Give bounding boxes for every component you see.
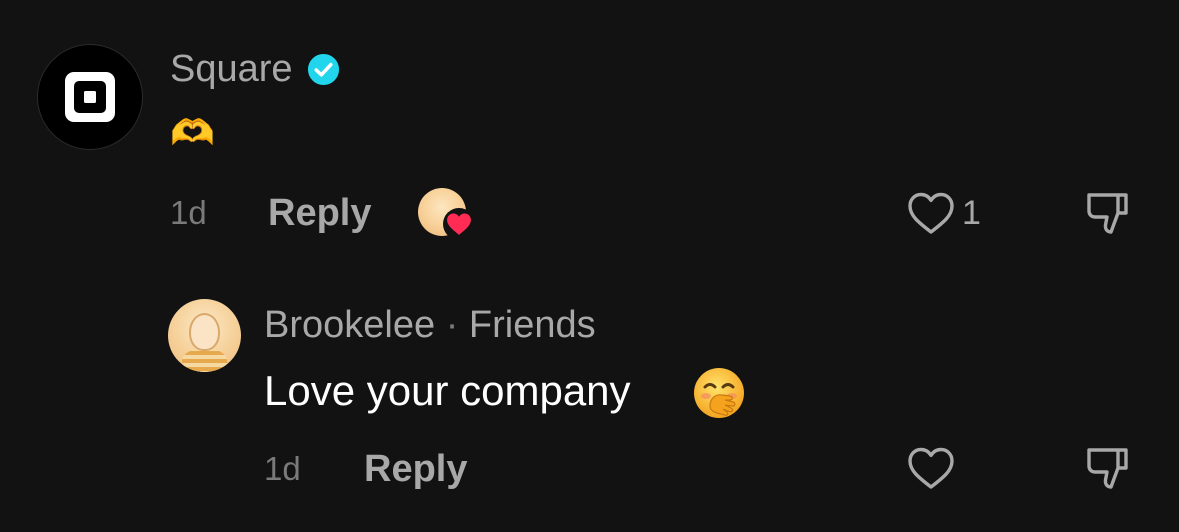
heart-hands-emoji: 🫶 [170, 113, 215, 154]
hand-over-mouth-emoji-icon [694, 368, 744, 418]
reply-dislike-icon[interactable] [1085, 445, 1131, 491]
comment-username[interactable]: Square [170, 46, 293, 92]
comment-timestamp: 1d [170, 194, 207, 231]
comment-like-count: 1 [962, 194, 981, 232]
brookelee-avatar[interactable] [168, 299, 241, 372]
heart-badge-icon [443, 208, 475, 240]
reply-timestamp: 1d [264, 450, 301, 487]
reply-username[interactable]: Brookelee [264, 304, 435, 346]
verified-badge-icon [307, 53, 340, 86]
reply-separator: · [445, 304, 459, 346]
creator-liked-indicator [418, 188, 475, 240]
square-logo-icon [65, 72, 115, 122]
reply-text: Love your company [264, 367, 631, 414]
dislike-icon[interactable] [1085, 190, 1131, 236]
reply-header: Brookelee · Friends [264, 302, 596, 348]
reply-reply-button[interactable]: Reply [364, 446, 467, 492]
avatar-illustration-face [189, 313, 220, 351]
avatar-illustration-shirt [182, 349, 227, 372]
reply-relation-label: Friends [468, 304, 596, 346]
comment-reply-button[interactable]: Reply [268, 190, 371, 236]
square-avatar[interactable] [37, 44, 143, 150]
like-heart-icon[interactable] [906, 190, 956, 236]
reply-like-heart-icon[interactable] [906, 445, 956, 491]
